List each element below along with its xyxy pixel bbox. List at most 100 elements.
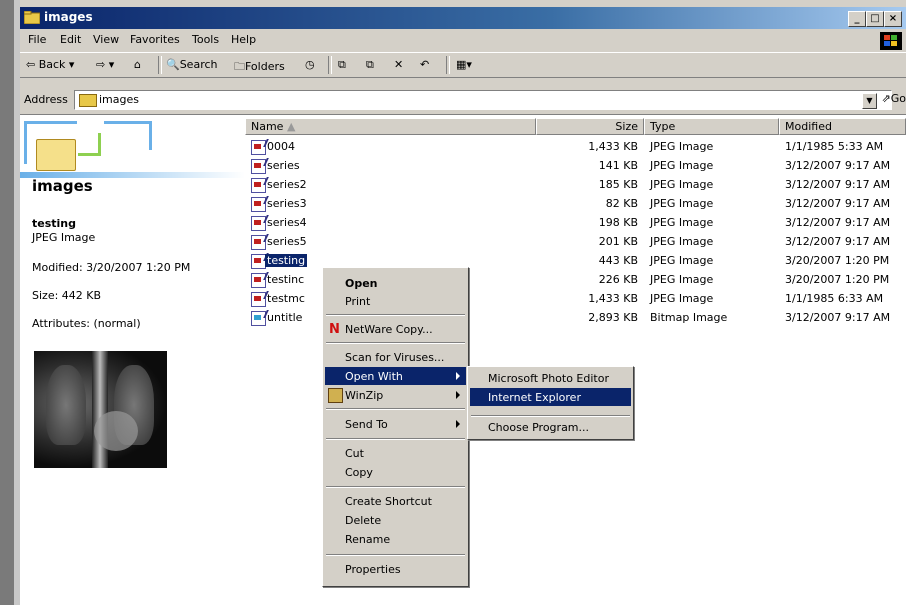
winzip-icon	[328, 388, 343, 403]
menu-view[interactable]: View	[93, 33, 119, 46]
menu-separator	[326, 314, 465, 316]
menu-item-open-with[interactable]: Open With	[325, 367, 466, 385]
menu-item-winzip[interactable]: WinZip	[325, 386, 466, 404]
folder-banner-icon	[20, 119, 245, 171]
go-button[interactable]: ⇗Go	[882, 92, 906, 105]
search-label: Search	[179, 58, 218, 71]
column-header-size[interactable]: Size	[536, 118, 644, 135]
file-size: 226 KB	[598, 273, 638, 286]
menu-item-open[interactable]: Open	[325, 274, 466, 292]
maximize-button[interactable]: □	[866, 11, 884, 27]
file-type: JPEG Image	[650, 178, 714, 191]
search-button[interactable]: 🔍Search	[166, 58, 218, 71]
file-name: series5	[267, 235, 307, 248]
file-modified: 3/20/2007 1:20 PM	[785, 254, 890, 267]
create-shortcut-label: Create Shortcut	[345, 495, 432, 508]
up-folder-icon[interactable]: ⌂	[134, 58, 141, 71]
submenu-item-choose-program[interactable]: Choose Program...	[470, 418, 631, 436]
menu-item-scan-viruses[interactable]: Scan for Viruses...	[325, 348, 466, 366]
title-bar[interactable]: images _ □ ×	[20, 7, 906, 29]
menu-item-delete[interactable]: Delete	[325, 511, 466, 529]
copy-label: Copy	[345, 466, 373, 479]
menu-item-print[interactable]: Print	[325, 292, 466, 310]
file-modified: 3/20/2007 1:20 PM	[785, 273, 890, 286]
views-icon[interactable]: ▦▾	[456, 58, 472, 71]
file-name: testmc	[267, 292, 305, 305]
menu-file[interactable]: File	[28, 33, 46, 46]
open-label: Open	[345, 277, 378, 290]
minimize-button[interactable]: _	[848, 11, 866, 27]
copy-to-icon[interactable]: ⧉	[366, 58, 374, 72]
submenu-item-internet-explorer[interactable]: Internet Explorer	[470, 388, 631, 406]
file-size: 1,433 KB	[588, 292, 638, 305]
file-size: 201 KB	[598, 235, 638, 248]
netware-label: NetWare Copy...	[345, 323, 433, 336]
file-name: testinc	[267, 273, 305, 286]
selected-file-type: JPEG Image	[32, 231, 96, 244]
context-menu: Open Print N NetWare Copy... Scan for Vi…	[322, 267, 469, 587]
file-type: JPEG Image	[650, 235, 714, 248]
file-size: 443 KB	[598, 254, 638, 267]
address-label: Address	[24, 93, 68, 106]
move-to-icon[interactable]: ⧉	[338, 58, 346, 72]
file-row[interactable]: series2 185 KB JPEG Image 3/12/2007 9:17…	[245, 176, 906, 195]
chevron-down-icon[interactable]: ▼	[862, 93, 877, 109]
delete-icon[interactable]: ✕	[394, 58, 403, 71]
jpeg-file-icon	[251, 291, 269, 307]
undo-icon[interactable]: ↶	[420, 58, 429, 71]
back-button[interactable]: ⇦ Back ▾	[26, 58, 74, 71]
file-modified: 3/12/2007 9:17 AM	[785, 216, 891, 229]
toolbar-separator	[446, 56, 450, 74]
file-row[interactable]: series4 198 KB JPEG Image 3/12/2007 9:17…	[245, 214, 906, 233]
menu-item-properties[interactable]: Properties	[325, 560, 466, 578]
menu-item-send-to[interactable]: Send To	[325, 415, 466, 433]
address-input[interactable]: images ▼	[74, 90, 892, 110]
menu-favorites[interactable]: Favorites	[130, 33, 180, 46]
file-row[interactable]: series 141 KB JPEG Image 3/12/2007 9:17 …	[245, 157, 906, 176]
toolbar-separator	[328, 56, 332, 74]
chevron-right-icon	[456, 372, 460, 380]
file-size: 82 KB	[605, 197, 638, 210]
file-row[interactable]: 0004 1,433 KB JPEG Image 1/1/1985 5:33 A…	[245, 138, 906, 157]
bitmap-file-icon	[251, 310, 269, 326]
properties-label: Properties	[345, 563, 401, 576]
selected-file-size: Size: 442 KB	[32, 289, 102, 302]
menu-item-create-shortcut[interactable]: Create Shortcut	[325, 492, 466, 510]
menu-tools[interactable]: Tools	[192, 33, 219, 46]
choose-program-label: Choose Program...	[488, 421, 590, 434]
history-icon[interactable]: ◷	[305, 58, 315, 71]
file-modified: 3/12/2007 9:17 AM	[785, 159, 891, 172]
column-header-modified[interactable]: Modified	[779, 118, 906, 135]
close-button[interactable]: ×	[884, 11, 902, 27]
menu-item-rename[interactable]: Rename	[325, 530, 466, 548]
file-row[interactable]: series3 82 KB JPEG Image 3/12/2007 9:17 …	[245, 195, 906, 214]
forward-button[interactable]: ⇨ ▾	[96, 58, 114, 71]
submenu-item-photo-editor[interactable]: Microsoft Photo Editor	[470, 369, 631, 387]
file-row[interactable]: series5 201 KB JPEG Image 3/12/2007 9:17…	[245, 233, 906, 252]
menu-item-netware-copy[interactable]: N NetWare Copy...	[325, 320, 466, 338]
file-name: testing	[265, 254, 308, 267]
menu-item-copy[interactable]: Copy	[325, 463, 466, 481]
file-modified: 3/12/2007 9:17 AM	[785, 197, 891, 210]
menu-item-cut[interactable]: Cut	[325, 444, 466, 462]
cut-label: Cut	[345, 447, 364, 460]
file-modified: 1/1/1985 6:33 AM	[785, 292, 884, 305]
back-label: Back	[38, 58, 66, 71]
chevron-right-icon	[456, 391, 460, 399]
folders-button[interactable]: 🗀Folders	[234, 58, 285, 77]
jpeg-file-icon	[251, 215, 269, 231]
file-size: 1,433 KB	[588, 140, 638, 153]
menu-help[interactable]: Help	[231, 33, 256, 46]
menu-edit[interactable]: Edit	[60, 33, 81, 46]
details-panel: images testing JPEG Image Modified: 3/20…	[20, 115, 245, 606]
column-header-type[interactable]: Type	[644, 118, 779, 135]
address-bar: Address images ▼ ⇗Go	[20, 89, 906, 111]
file-type: JPEG Image	[650, 273, 714, 286]
rename-label: Rename	[345, 533, 391, 546]
column-name-label: Name	[251, 120, 284, 133]
column-header-name[interactable]: Name ▲	[245, 118, 536, 135]
ie-label: Internet Explorer	[488, 391, 581, 404]
jpeg-file-icon	[251, 234, 269, 250]
file-size: 185 KB	[598, 178, 638, 191]
go-label: Go	[890, 92, 906, 105]
